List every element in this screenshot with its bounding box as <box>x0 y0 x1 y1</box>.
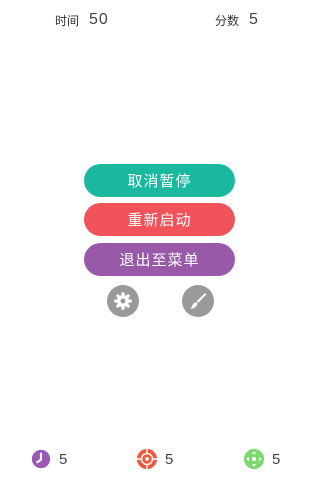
powerup-time[interactable]: 5 <box>30 447 67 471</box>
hud-bar: 时间 50 分数 5 <box>0 6 320 34</box>
clock-icon <box>30 448 52 470</box>
time-display: 时间 50 <box>55 6 109 34</box>
expand-icon <box>243 448 265 470</box>
resume-button-label: 取消暂停 <box>127 172 192 190</box>
exit-button-label: 退出至菜单 <box>119 251 200 269</box>
settings-button[interactable] <box>107 285 139 317</box>
score-display: 分数 5 <box>215 6 259 34</box>
resume-button[interactable]: 取消暂停 <box>84 164 235 197</box>
theme-button[interactable] <box>182 285 214 317</box>
restart-button-label: 重新启动 <box>127 211 192 229</box>
brush-icon <box>190 293 207 309</box>
score-value: 5 <box>249 11 259 28</box>
powerup-bar: 5 5 5 <box>0 447 320 471</box>
time-label: 时间 <box>55 13 80 28</box>
time-value: 50 <box>89 11 109 28</box>
powerup-expand-count: 5 <box>272 450 281 468</box>
exit-to-menu-button[interactable]: 退出至菜单 <box>84 243 235 276</box>
powerup-time-count: 5 <box>59 450 68 468</box>
gear-icon <box>114 292 132 310</box>
score-label: 分数 <box>215 13 240 28</box>
powerup-target-count: 5 <box>165 450 174 468</box>
restart-button[interactable]: 重新启动 <box>84 203 235 236</box>
powerup-target[interactable]: 5 <box>136 447 173 471</box>
crosshair-icon <box>136 448 158 470</box>
powerup-expand[interactable]: 5 <box>243 447 280 471</box>
